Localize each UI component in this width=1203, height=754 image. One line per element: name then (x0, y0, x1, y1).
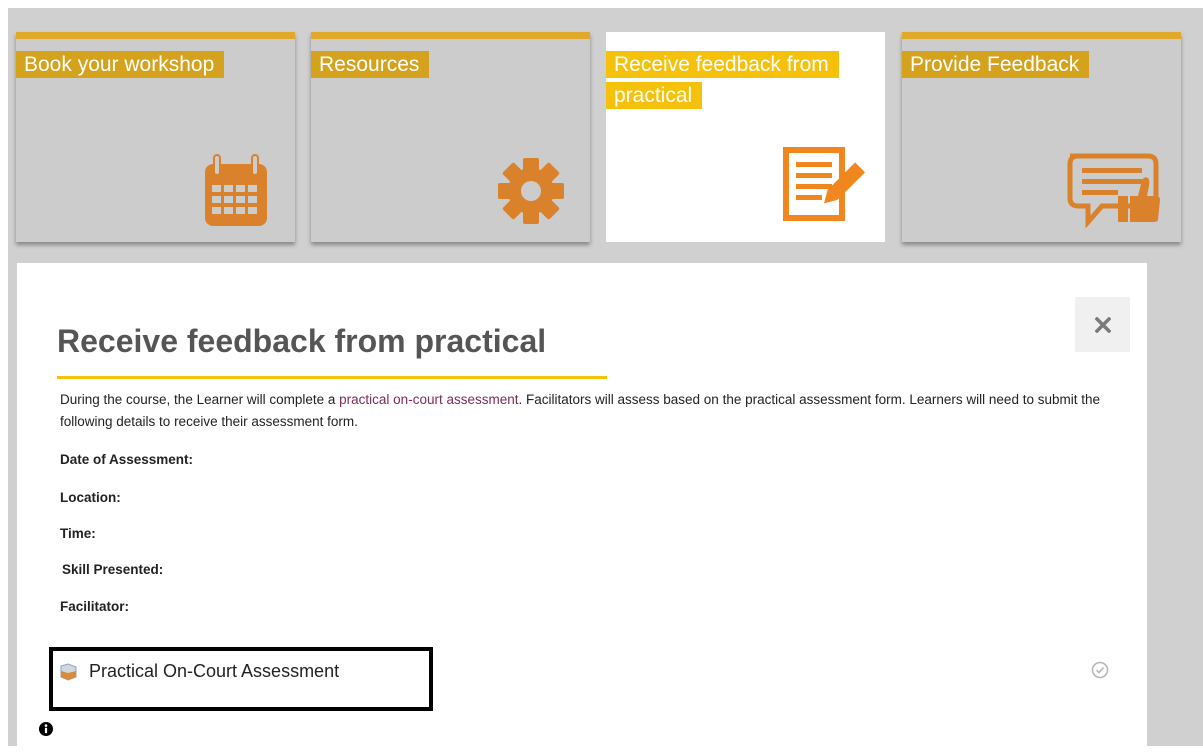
practical-assessment-link[interactable]: practical on-court assessment (339, 392, 518, 407)
tile-book-workshop[interactable]: Book your workshop (16, 32, 295, 242)
activity-label: Practical On-Court Assessment (89, 661, 340, 681)
page-title: Receive feedback from practical (57, 323, 547, 359)
time-label: Time: (60, 526, 96, 541)
tile-provide-feedback[interactable]: Provide Feedback (902, 32, 1181, 242)
close-icon (1094, 316, 1111, 333)
intro-text: During the course, the Learner will comp… (60, 392, 1100, 429)
gear-icon (498, 158, 564, 224)
tile-label: Resources (311, 49, 579, 80)
file-icon (60, 662, 77, 681)
title-underline (57, 376, 607, 379)
tile-receive-feedback[interactable]: Receive feedback from practical (606, 32, 885, 242)
date-of-assessment-label: Date of Assessment: (60, 452, 194, 467)
content-frame: Book your workshop Resources Receive fee… (8, 8, 1203, 754)
document-edit-icon (783, 147, 869, 221)
practical-on-court-assessment-link[interactable]: Practical On-Court Assessment (59, 661, 339, 682)
info-icon[interactable] (39, 722, 53, 736)
tile-label: Receive feedback from practical (606, 49, 874, 111)
close-button[interactable] (1075, 297, 1130, 352)
tile-label: Provide Feedback (902, 49, 1170, 80)
location-label: Location: (60, 490, 121, 505)
tile-resources[interactable]: Resources (311, 32, 590, 242)
facilitator-label: Facilitator: (60, 599, 130, 614)
feedback-thumbs-up-icon (1067, 153, 1160, 229)
skill-presented-label: Skill Presented: (62, 562, 164, 577)
content-panel: Receive feedback from practical During t… (17, 263, 1147, 754)
tile-label: Book your workshop (16, 49, 284, 80)
calendar-icon (205, 154, 267, 226)
check-circle-icon[interactable] (1091, 661, 1109, 679)
